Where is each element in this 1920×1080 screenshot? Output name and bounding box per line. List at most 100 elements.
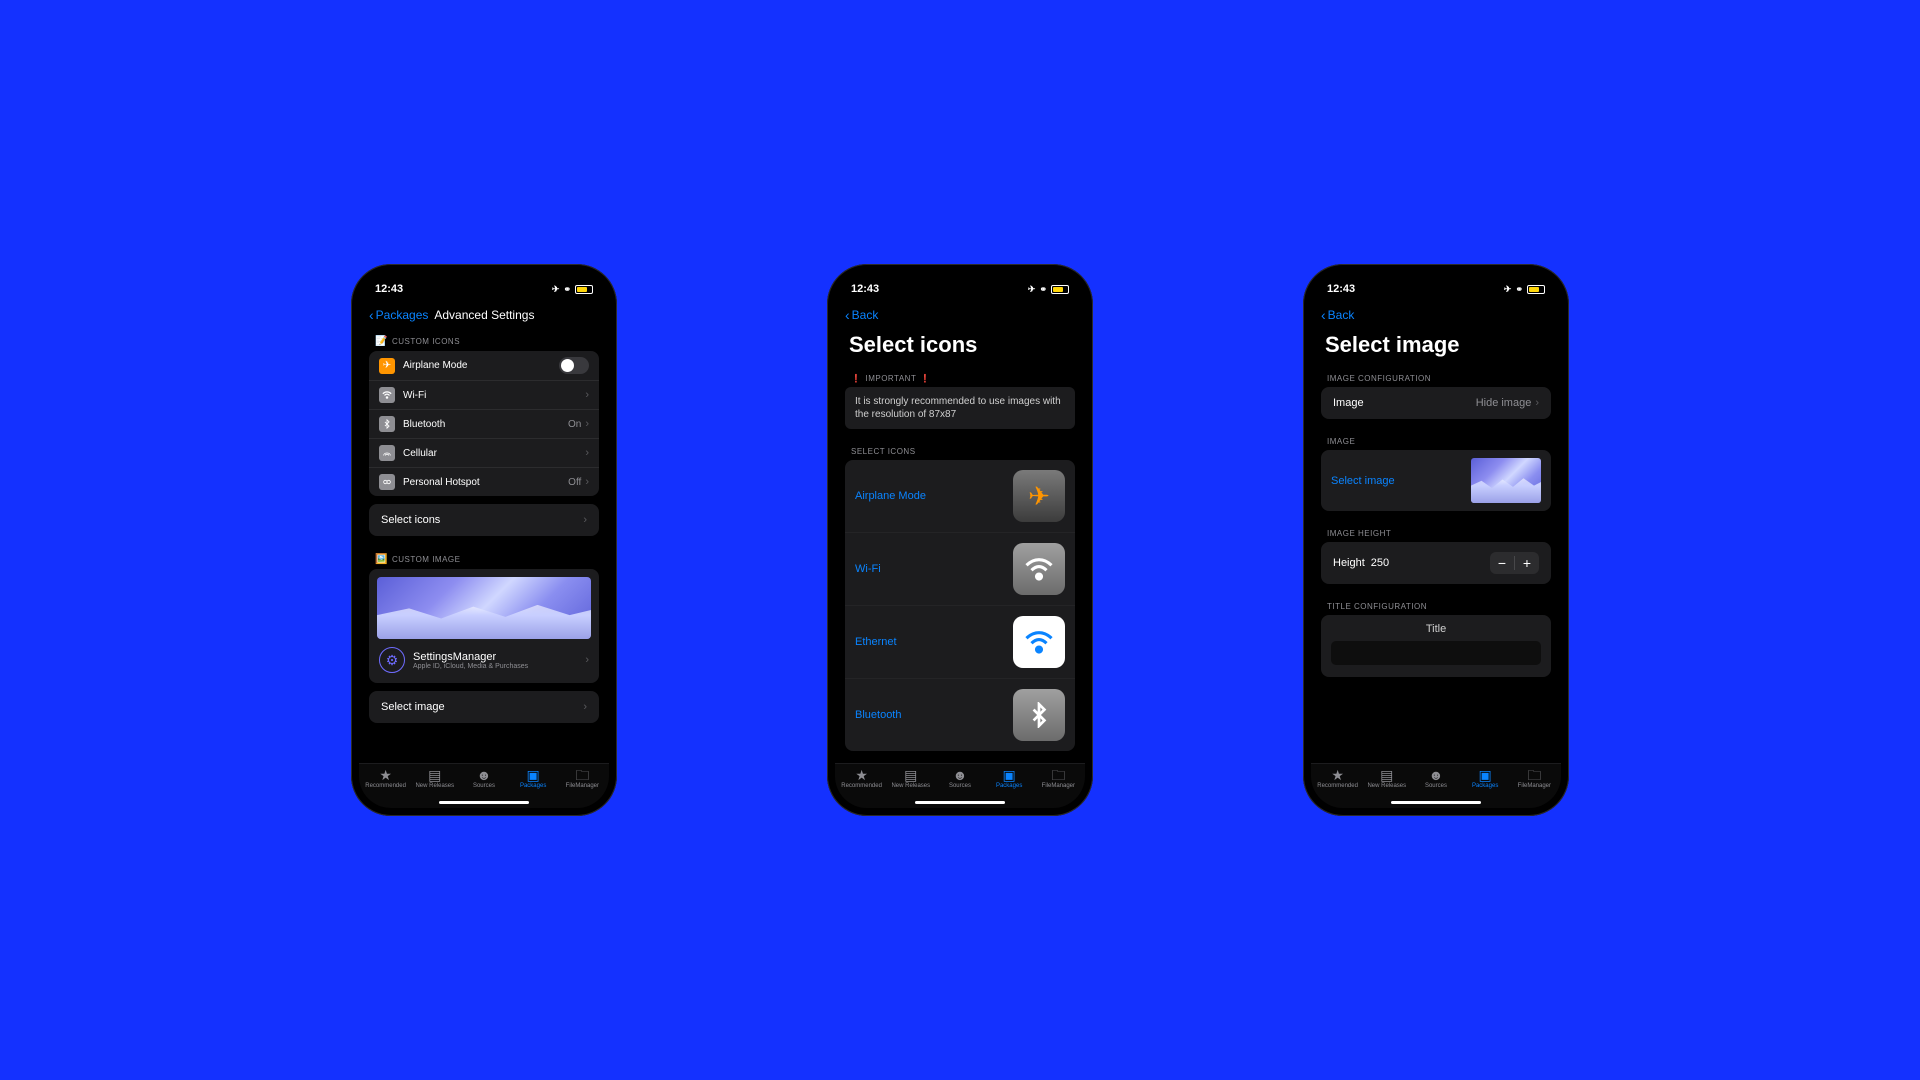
image-thumbnail bbox=[1471, 458, 1541, 503]
back-label: Packages bbox=[376, 308, 429, 322]
bluetooth-icon bbox=[379, 416, 395, 432]
image-header: IMAGE bbox=[1321, 429, 1551, 450]
exclaim-icon: ❗ bbox=[851, 374, 861, 383]
tab-label: FileManager bbox=[1518, 783, 1551, 789]
cellular-icon bbox=[379, 445, 395, 461]
tab-label: Sources bbox=[949, 783, 971, 789]
row-label: Wi-Fi bbox=[403, 390, 585, 401]
row-hotspot[interactable]: Personal Hotspot Off › bbox=[369, 467, 599, 496]
row-label: Cellular bbox=[403, 448, 585, 459]
height-stepper[interactable]: − + bbox=[1490, 552, 1539, 574]
tab-filemanager[interactable]: 🗀FileManager bbox=[1034, 768, 1083, 808]
icon-row-airplane[interactable]: Airplane Mode ✈ bbox=[845, 460, 1075, 532]
status-right: ✈ ⚭ bbox=[552, 284, 593, 295]
row-airplane[interactable]: ✈ Airplane Mode bbox=[369, 351, 599, 380]
settings-manager-row[interactable]: ⚙ SettingsManager Apple ID, iCloud, Medi… bbox=[377, 639, 591, 675]
important-header: ❗ IMPORTANT ❗ bbox=[845, 366, 1075, 387]
row-label: Image bbox=[1333, 397, 1364, 409]
pencil-icon: 📝 bbox=[375, 336, 388, 347]
row-label: Height bbox=[1333, 557, 1365, 569]
airplane-icon: ✈ bbox=[552, 284, 560, 295]
tab-label: Recommended bbox=[841, 783, 882, 789]
tab-label: New Releases bbox=[415, 783, 454, 789]
icons-group: ✈ Airplane Mode Wi-Fi › Bluetooth bbox=[369, 351, 599, 496]
battery-icon bbox=[575, 285, 593, 294]
notch bbox=[1391, 272, 1481, 292]
row-cellular[interactable]: Cellular › bbox=[369, 438, 599, 467]
section-header-label: IMPORTANT bbox=[865, 374, 916, 383]
home-indicator[interactable] bbox=[915, 801, 1005, 804]
bluetooth-icon bbox=[1013, 689, 1065, 741]
row-bluetooth[interactable]: Bluetooth On › bbox=[369, 409, 599, 438]
chevron-right-icon: › bbox=[585, 389, 589, 401]
folder-icon: 🗀 bbox=[1527, 768, 1541, 782]
title-input[interactable] bbox=[1331, 641, 1541, 665]
news-icon: ▤ bbox=[904, 768, 917, 782]
row-value: Hide image bbox=[1476, 397, 1532, 409]
star-icon: ★ bbox=[379, 768, 392, 782]
tab-label: Packages bbox=[520, 783, 546, 789]
chevron-right-icon: › bbox=[585, 447, 589, 459]
sm-subtitle: Apple ID, iCloud, Media & Purchases bbox=[413, 663, 577, 670]
content: IMAGE CONFIGURATION Image Hide image › I… bbox=[1311, 366, 1561, 763]
row-label: Bluetooth bbox=[855, 709, 901, 721]
image-icon: 🖼️ bbox=[375, 554, 388, 565]
stepper-plus[interactable]: + bbox=[1515, 552, 1539, 574]
back-button[interactable]: ‹ Back bbox=[845, 307, 878, 323]
tab-filemanager[interactable]: 🗀FileManager bbox=[558, 768, 607, 808]
back-label: Back bbox=[1328, 308, 1355, 322]
folder-icon: 🗀 bbox=[1051, 768, 1065, 782]
clock: 12:43 bbox=[851, 283, 879, 295]
stepper-minus[interactable]: − bbox=[1490, 552, 1514, 574]
tab-label: FileManager bbox=[1042, 783, 1075, 789]
tab-label: Recommended bbox=[1317, 783, 1358, 789]
back-button[interactable]: ‹ Back bbox=[1321, 307, 1354, 323]
star-icon: ★ bbox=[855, 768, 868, 782]
title-config-header: TITLE CONFIGURATION bbox=[1321, 594, 1551, 615]
page-title: Select image bbox=[1311, 328, 1561, 366]
row-value: On bbox=[568, 419, 581, 430]
important-text: It is strongly recommended to use images… bbox=[845, 387, 1075, 429]
wifi-icon bbox=[1013, 543, 1065, 595]
select-image-row[interactable]: Select image › bbox=[369, 691, 599, 723]
notch bbox=[915, 272, 1005, 292]
airplane-toggle[interactable] bbox=[559, 357, 589, 374]
page-title: Select icons bbox=[835, 328, 1085, 366]
image-preview-group: ⚙ SettingsManager Apple ID, iCloud, Medi… bbox=[369, 569, 599, 683]
row-label: Bluetooth bbox=[403, 419, 568, 430]
row-label: Airplane Mode bbox=[855, 490, 926, 502]
box-icon: ▣ bbox=[1003, 768, 1016, 782]
home-indicator[interactable] bbox=[1391, 801, 1481, 804]
notch bbox=[439, 272, 529, 292]
select-icons-row[interactable]: Select icons › bbox=[369, 504, 599, 536]
section-header-label: CUSTOM IMAGE bbox=[392, 555, 461, 564]
tab-label: Packages bbox=[1472, 783, 1498, 789]
image-config-row[interactable]: Image Hide image › bbox=[1321, 387, 1551, 419]
title-config-group: Title bbox=[1321, 615, 1551, 677]
content: ❗ IMPORTANT ❗ It is strongly recommended… bbox=[835, 366, 1085, 763]
row-wifi[interactable]: Wi-Fi › bbox=[369, 380, 599, 409]
wifi-icon bbox=[379, 387, 395, 403]
tab-recommended[interactable]: ★Recommended bbox=[1313, 768, 1362, 808]
link-icon: ⚭ bbox=[1039, 284, 1047, 295]
airplane-icon: ✈ bbox=[379, 358, 395, 374]
back-button[interactable]: ‹ Packages bbox=[369, 307, 428, 323]
clock: 12:43 bbox=[375, 283, 403, 295]
status-right: ✈ ⚭ bbox=[1504, 284, 1545, 295]
select-icons-group: Airplane Mode ✈ Wi-Fi Ethernet bbox=[845, 460, 1075, 751]
hotspot-icon bbox=[379, 474, 395, 490]
screen: 12:43 ✈ ⚭ ‹ Back Select icons ❗ IMPORTAN… bbox=[835, 272, 1085, 808]
icon-row-wifi[interactable]: Wi-Fi bbox=[845, 532, 1075, 605]
icon-row-bluetooth[interactable]: Bluetooth bbox=[845, 678, 1075, 751]
tab-recommended[interactable]: ★Recommended bbox=[361, 768, 410, 808]
chevron-right-icon: › bbox=[583, 514, 587, 526]
phone-advanced-settings: 12:43 ✈ ⚭ ‹ Packages Advanced Settings 📝… bbox=[351, 264, 617, 816]
globe-icon: ☻ bbox=[477, 768, 492, 782]
tab-filemanager[interactable]: 🗀FileManager bbox=[1510, 768, 1559, 808]
section-header-label: CUSTOM ICONS bbox=[392, 337, 460, 346]
home-indicator[interactable] bbox=[439, 801, 529, 804]
select-image-row[interactable]: Select image bbox=[1321, 450, 1551, 511]
chevron-right-icon: › bbox=[583, 701, 587, 713]
icon-row-ethernet[interactable]: Ethernet bbox=[845, 605, 1075, 678]
tab-recommended[interactable]: ★Recommended bbox=[837, 768, 886, 808]
